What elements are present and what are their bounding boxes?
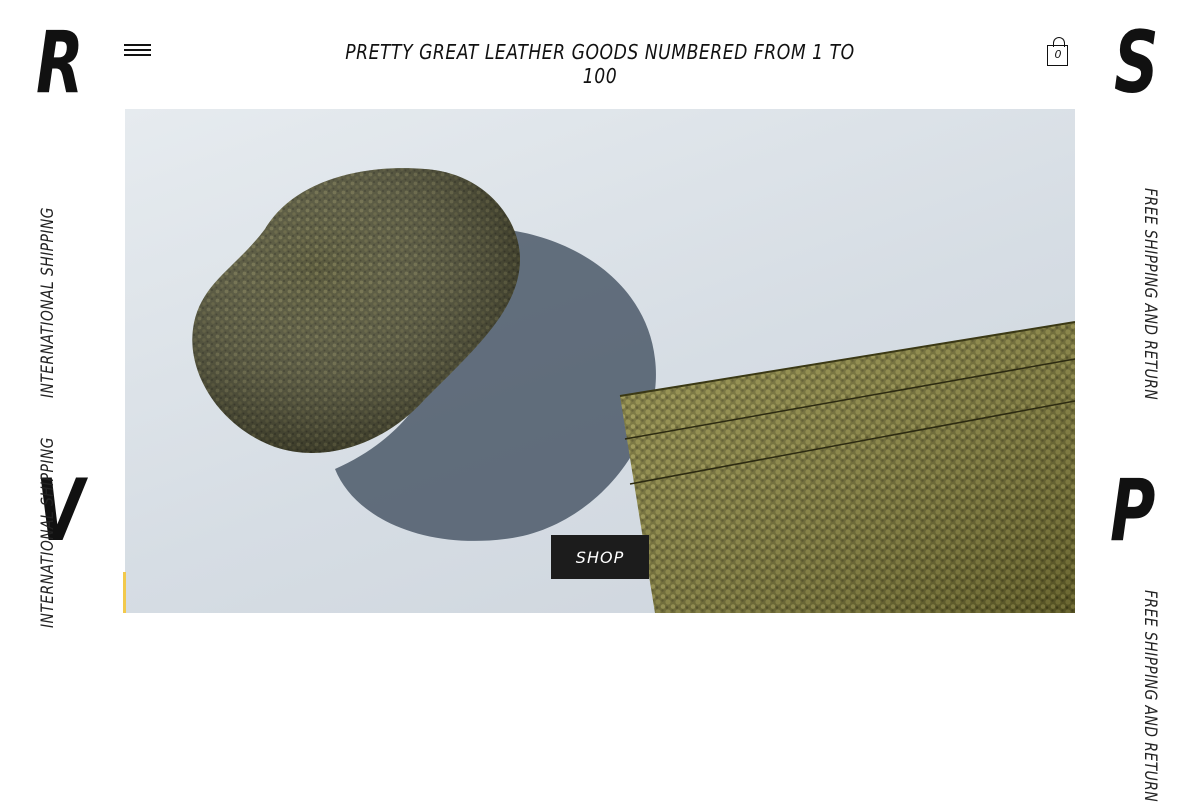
menu-line <box>124 44 151 46</box>
shop-button[interactable]: SHOP <box>551 535 649 579</box>
brand-letter-p: P <box>1110 461 1155 561</box>
hamburger-menu-icon[interactable] <box>124 44 151 60</box>
accent-stripe <box>123 572 126 613</box>
cart-count-badge: 0 <box>1054 48 1062 61</box>
site-tagline: PRETTY GREAT LEATHER GOODS NUMBERED FROM… <box>345 40 855 88</box>
side-text-international-shipping: INTERNATIONAL SHIPPING <box>38 207 58 398</box>
menu-line <box>124 54 151 56</box>
shopping-bag-icon[interactable]: 0 <box>1047 37 1071 67</box>
brand-letter-r: R <box>36 13 84 113</box>
menu-line <box>124 49 151 51</box>
brand-letter-s: S <box>1114 13 1159 113</box>
side-text-free-shipping: FREE SHIPPING AND RETURN <box>1140 188 1160 401</box>
side-text-free-shipping-repeat: FREE SHIPPING AND RETURN <box>1140 590 1160 802</box>
side-text-international-shipping-repeat: INTERNATIONAL SHIPPING <box>38 437 58 628</box>
